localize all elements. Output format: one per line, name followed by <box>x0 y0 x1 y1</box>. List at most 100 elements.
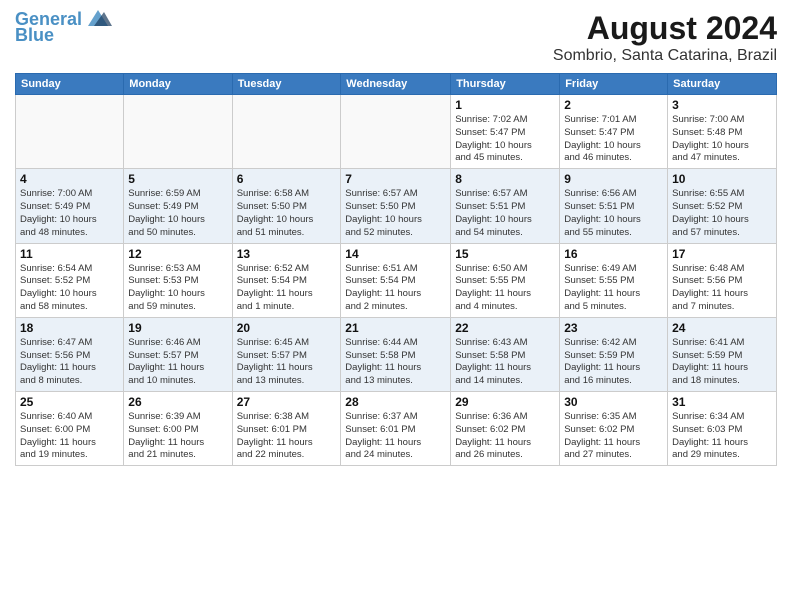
day-number: 11 <box>20 247 119 261</box>
day-info: Sunrise: 6:52 AM Sunset: 5:54 PM Dayligh… <box>237 263 337 314</box>
calendar-cell: 16Sunrise: 6:49 AM Sunset: 5:55 PM Dayli… <box>560 243 668 317</box>
day-info: Sunrise: 7:02 AM Sunset: 5:47 PM Dayligh… <box>455 114 555 165</box>
day-info: Sunrise: 6:47 AM Sunset: 5:56 PM Dayligh… <box>20 337 119 388</box>
day-info: Sunrise: 6:48 AM Sunset: 5:56 PM Dayligh… <box>672 263 772 314</box>
calendar-cell <box>232 95 341 169</box>
calendar-header-wednesday: Wednesday <box>341 74 451 95</box>
day-number: 2 <box>564 98 663 112</box>
day-number: 10 <box>672 172 772 186</box>
day-number: 12 <box>128 247 227 261</box>
logo-icon <box>84 8 112 30</box>
calendar-header-sunday: Sunday <box>16 74 124 95</box>
day-info: Sunrise: 6:39 AM Sunset: 6:00 PM Dayligh… <box>128 411 227 462</box>
day-number: 30 <box>564 395 663 409</box>
calendar-header-saturday: Saturday <box>668 74 777 95</box>
day-number: 18 <box>20 321 119 335</box>
day-number: 5 <box>128 172 227 186</box>
calendar-cell: 15Sunrise: 6:50 AM Sunset: 5:55 PM Dayli… <box>451 243 560 317</box>
calendar-cell: 27Sunrise: 6:38 AM Sunset: 6:01 PM Dayli… <box>232 392 341 466</box>
day-info: Sunrise: 6:37 AM Sunset: 6:01 PM Dayligh… <box>345 411 446 462</box>
day-number: 3 <box>672 98 772 112</box>
day-info: Sunrise: 6:36 AM Sunset: 6:02 PM Dayligh… <box>455 411 555 462</box>
day-number: 13 <box>237 247 337 261</box>
calendar-cell: 21 Sunrise: 6:44 AM Sunset: 5:58 PM Dayli… <box>341 317 451 391</box>
calendar-cell: 8 Sunrise: 6:57 AM Sunset: 5:51 PM Daylig… <box>451 169 560 243</box>
calendar-week-row: 18 Sunrise: 6:47 AM Sunset: 5:56 PM Dayli… <box>16 317 777 391</box>
logo-text-line2: Blue <box>15 26 54 46</box>
day-info: Sunrise: 6:46 AM Sunset: 5:57 PM Dayligh… <box>128 337 227 388</box>
calendar-header-thursday: Thursday <box>451 74 560 95</box>
calendar-header-row: SundayMondayTuesdayWednesdayThursdayFrid… <box>16 74 777 95</box>
calendar-cell: 7 Sunrise: 6:57 AM Sunset: 5:50 PM Daylig… <box>341 169 451 243</box>
calendar-header-monday: Monday <box>124 74 232 95</box>
calendar-cell: 13 Sunrise: 6:52 AM Sunset: 5:54 PM Dayli… <box>232 243 341 317</box>
calendar-week-row: 4 Sunrise: 7:00 AM Sunset: 5:49 PM Daylig… <box>16 169 777 243</box>
day-info: Sunrise: 6:45 AM Sunset: 5:57 PM Dayligh… <box>237 337 337 388</box>
day-info: Sunrise: 7:00 AM Sunset: 5:49 PM Dayligh… <box>20 188 119 239</box>
calendar-cell: 29 Sunrise: 6:36 AM Sunset: 6:02 PM Dayli… <box>451 392 560 466</box>
day-info: Sunrise: 6:49 AM Sunset: 5:55 PM Dayligh… <box>564 263 663 314</box>
day-info: Sunrise: 6:38 AM Sunset: 6:01 PM Dayligh… <box>237 411 337 462</box>
calendar-cell: 23 Sunrise: 6:42 AM Sunset: 5:59 PM Dayli… <box>560 317 668 391</box>
logo: General Blue <box>15 10 112 46</box>
calendar-cell: 4 Sunrise: 7:00 AM Sunset: 5:49 PM Daylig… <box>16 169 124 243</box>
day-number: 24 <box>672 321 772 335</box>
calendar-cell: 9 Sunrise: 6:56 AM Sunset: 5:51 PM Daylig… <box>560 169 668 243</box>
day-number: 31 <box>672 395 772 409</box>
day-number: 6 <box>237 172 337 186</box>
day-info: Sunrise: 6:34 AM Sunset: 6:03 PM Dayligh… <box>672 411 772 462</box>
calendar-cell: 12 Sunrise: 6:53 AM Sunset: 5:53 PM Dayli… <box>124 243 232 317</box>
calendar-cell: 11 Sunrise: 6:54 AM Sunset: 5:52 PM Dayli… <box>16 243 124 317</box>
day-number: 25 <box>20 395 119 409</box>
day-number: 4 <box>20 172 119 186</box>
calendar-title: August 2024 <box>553 10 777 47</box>
day-number: 1 <box>455 98 555 112</box>
page: General Blue August 2024 Sombrio, Santa … <box>0 0 792 612</box>
calendar-cell: 30Sunrise: 6:35 AM Sunset: 6:02 PM Dayli… <box>560 392 668 466</box>
day-number: 22 <box>455 321 555 335</box>
day-info: Sunrise: 6:44 AM Sunset: 5:58 PM Dayligh… <box>345 337 446 388</box>
day-number: 8 <box>455 172 555 186</box>
day-number: 26 <box>128 395 227 409</box>
day-number: 19 <box>128 321 227 335</box>
day-info: Sunrise: 7:01 AM Sunset: 5:47 PM Dayligh… <box>564 114 663 165</box>
calendar-header-friday: Friday <box>560 74 668 95</box>
day-info: Sunrise: 6:53 AM Sunset: 5:53 PM Dayligh… <box>128 263 227 314</box>
day-info: Sunrise: 6:40 AM Sunset: 6:00 PM Dayligh… <box>20 411 119 462</box>
day-info: Sunrise: 6:57 AM Sunset: 5:50 PM Dayligh… <box>345 188 446 239</box>
day-number: 21 <box>345 321 446 335</box>
day-info: Sunrise: 6:56 AM Sunset: 5:51 PM Dayligh… <box>564 188 663 239</box>
calendar-cell: 1 Sunrise: 7:02 AM Sunset: 5:47 PM Daylig… <box>451 95 560 169</box>
calendar-cell <box>124 95 232 169</box>
day-number: 7 <box>345 172 446 186</box>
calendar-cell <box>16 95 124 169</box>
calendar-cell: 17 Sunrise: 6:48 AM Sunset: 5:56 PM Dayli… <box>668 243 777 317</box>
calendar-cell: 26 Sunrise: 6:39 AM Sunset: 6:00 PM Dayli… <box>124 392 232 466</box>
calendar-week-row: 1 Sunrise: 7:02 AM Sunset: 5:47 PM Daylig… <box>16 95 777 169</box>
day-number: 17 <box>672 247 772 261</box>
calendar-header-tuesday: Tuesday <box>232 74 341 95</box>
calendar-cell: 2 Sunrise: 7:01 AM Sunset: 5:47 PM Daylig… <box>560 95 668 169</box>
day-number: 20 <box>237 321 337 335</box>
calendar-cell <box>341 95 451 169</box>
day-info: Sunrise: 6:42 AM Sunset: 5:59 PM Dayligh… <box>564 337 663 388</box>
day-number: 23 <box>564 321 663 335</box>
calendar-week-row: 25 Sunrise: 6:40 AM Sunset: 6:00 PM Dayli… <box>16 392 777 466</box>
day-info: Sunrise: 6:57 AM Sunset: 5:51 PM Dayligh… <box>455 188 555 239</box>
day-info: Sunrise: 6:58 AM Sunset: 5:50 PM Dayligh… <box>237 188 337 239</box>
day-number: 9 <box>564 172 663 186</box>
calendar-cell: 6 Sunrise: 6:58 AM Sunset: 5:50 PM Daylig… <box>232 169 341 243</box>
calendar-cell: 31 Sunrise: 6:34 AM Sunset: 6:03 PM Dayli… <box>668 392 777 466</box>
day-number: 14 <box>345 247 446 261</box>
calendar-week-row: 11 Sunrise: 6:54 AM Sunset: 5:52 PM Dayli… <box>16 243 777 317</box>
calendar-cell: 14Sunrise: 6:51 AM Sunset: 5:54 PM Dayli… <box>341 243 451 317</box>
day-info: Sunrise: 6:54 AM Sunset: 5:52 PM Dayligh… <box>20 263 119 314</box>
calendar-cell: 18 Sunrise: 6:47 AM Sunset: 5:56 PM Dayli… <box>16 317 124 391</box>
day-number: 29 <box>455 395 555 409</box>
calendar-cell: 28Sunrise: 6:37 AM Sunset: 6:01 PM Dayli… <box>341 392 451 466</box>
calendar-cell: 10Sunrise: 6:55 AM Sunset: 5:52 PM Dayli… <box>668 169 777 243</box>
calendar-cell: 24Sunrise: 6:41 AM Sunset: 5:59 PM Dayli… <box>668 317 777 391</box>
day-number: 15 <box>455 247 555 261</box>
day-info: Sunrise: 6:43 AM Sunset: 5:58 PM Dayligh… <box>455 337 555 388</box>
calendar-cell: 20 Sunrise: 6:45 AM Sunset: 5:57 PM Dayli… <box>232 317 341 391</box>
